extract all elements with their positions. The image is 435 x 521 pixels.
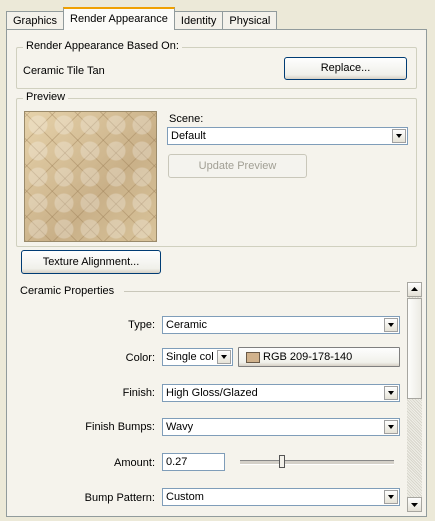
scroll-down-button[interactable] bbox=[407, 497, 422, 512]
chevron-down-icon[interactable] bbox=[217, 350, 231, 364]
ceramic-properties-title: Ceramic Properties bbox=[20, 285, 115, 297]
chevron-down-icon[interactable] bbox=[392, 129, 406, 143]
section-divider bbox=[124, 291, 400, 292]
amount-label: Amount: bbox=[114, 457, 155, 469]
finish-label: Finish: bbox=[122, 387, 155, 399]
tab-identity[interactable]: Identity bbox=[173, 11, 224, 30]
properties-scrollbar[interactable] bbox=[407, 282, 422, 512]
texture-alignment-button[interactable]: Texture Alignment... bbox=[21, 250, 161, 274]
color-mode-select[interactable]: Single col bbox=[162, 348, 233, 366]
update-preview-button[interactable]: Update Preview bbox=[168, 154, 307, 178]
type-select-value: Ceramic bbox=[166, 319, 207, 331]
finish-bumps-select-value: Wavy bbox=[166, 421, 194, 433]
color-picker-button[interactable]: RGB 209-178-140 bbox=[238, 347, 400, 367]
preview-group-title: Preview bbox=[23, 91, 69, 103]
scroll-thumb[interactable] bbox=[407, 298, 422, 399]
tab-graphics[interactable]: Graphics bbox=[6, 11, 65, 30]
replace-button[interactable]: Replace... bbox=[284, 57, 407, 80]
chevron-down-icon[interactable] bbox=[384, 420, 398, 434]
color-mode-value: Single col bbox=[166, 351, 214, 363]
chevron-down-icon[interactable] bbox=[384, 386, 398, 400]
scene-label: Scene: bbox=[169, 113, 204, 125]
tab-strip: Graphics Render Appearance Identity Phys… bbox=[6, 7, 278, 30]
finish-bumps-label: Finish Bumps: bbox=[85, 421, 155, 433]
arrow-down-icon bbox=[411, 503, 418, 507]
type-select[interactable]: Ceramic bbox=[162, 316, 400, 334]
bump-pattern-select-value: Custom bbox=[166, 491, 204, 503]
color-value-text: RGB 209-178-140 bbox=[263, 351, 353, 363]
scene-select[interactable]: Default bbox=[167, 127, 408, 145]
material-preview-image bbox=[24, 111, 157, 242]
chevron-down-icon[interactable] bbox=[384, 490, 398, 504]
amount-slider-track[interactable] bbox=[240, 460, 394, 465]
finish-bumps-select[interactable]: Wavy bbox=[162, 418, 400, 436]
chevron-down-icon[interactable] bbox=[384, 318, 398, 332]
appearance-based-on-group: Render Appearance Based On: Ceramic Tile… bbox=[16, 40, 417, 89]
color-label: Color: bbox=[125, 352, 155, 364]
color-swatch bbox=[246, 352, 260, 363]
amount-slider-thumb[interactable] bbox=[278, 455, 285, 468]
preview-group: Preview Scene: Default Update Preview bbox=[16, 91, 417, 247]
scene-select-value: Default bbox=[171, 130, 206, 142]
finish-select[interactable]: High Gloss/Glazed bbox=[162, 384, 400, 402]
tab-physical[interactable]: Physical bbox=[222, 11, 278, 30]
tab-render-appearance[interactable]: Render Appearance bbox=[63, 7, 175, 30]
scroll-up-button[interactable] bbox=[407, 282, 422, 297]
appearance-group-title: Render Appearance Based On: bbox=[23, 40, 182, 52]
type-label: Type: bbox=[128, 319, 155, 331]
bump-pattern-select[interactable]: Custom bbox=[162, 488, 400, 506]
render-appearance-panel: Render Appearance Based On: Ceramic Tile… bbox=[6, 29, 427, 517]
finish-select-value: High Gloss/Glazed bbox=[166, 387, 258, 399]
bump-pattern-label: Bump Pattern: bbox=[84, 492, 155, 504]
arrow-up-icon bbox=[411, 287, 418, 291]
amount-input[interactable]: 0.27 bbox=[162, 453, 225, 471]
material-name: Ceramic Tile Tan bbox=[23, 65, 105, 77]
